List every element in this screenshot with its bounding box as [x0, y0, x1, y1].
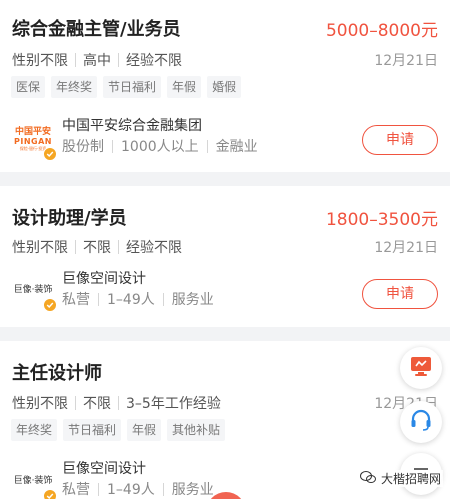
- benefit-tag: 年终奖: [11, 419, 58, 441]
- req-experience: 经验不限: [126, 53, 182, 69]
- card-separator: [0, 172, 450, 186]
- logo-text: 巨像·装饰: [13, 284, 53, 295]
- logo-text: 巨像·装饰: [13, 475, 53, 486]
- benefit-tags: 医保 年终奖 节日福利 年假 婚假: [11, 76, 242, 98]
- company-meta: 私营 1–49人 服务业: [62, 289, 214, 309]
- verified-badge-icon: [43, 147, 57, 161]
- company-size: 1000人以上: [121, 139, 199, 155]
- req-gender: 性别不限: [12, 396, 68, 412]
- benefit-tag: 其他补贴: [167, 419, 226, 441]
- job-card[interactable]: 设计助理/学员 1800–3500元 性别不限 不限 经验不限 12月21日 巨…: [0, 186, 450, 327]
- benefit-tag: 医保: [11, 76, 46, 98]
- company-logo[interactable]: 巨像·装饰: [13, 461, 57, 499]
- apply-button[interactable]: 申请: [362, 279, 438, 309]
- job-date: 12月21日: [374, 53, 438, 69]
- req-education: 高中: [83, 53, 111, 69]
- watermark: 大楷招聘网: [360, 470, 444, 487]
- company-meta: 股份制 1000人以上 金融业: [62, 136, 258, 156]
- benefit-tag: 年假: [127, 419, 162, 441]
- job-requirements: 性别不限 不限 3–5年工作经验: [12, 393, 221, 413]
- company-size: 1–49人: [107, 292, 155, 308]
- headset-icon: [409, 408, 433, 436]
- benefit-tag: 年假: [167, 76, 202, 98]
- job-salary: 1800–3500元: [325, 210, 438, 230]
- job-requirements: 性别不限 高中 经验不限: [12, 50, 182, 70]
- company-logo[interactable]: 巨像·装饰: [13, 270, 57, 312]
- req-education: 不限: [83, 240, 111, 256]
- req-experience: 经验不限: [126, 240, 182, 256]
- job-title[interactable]: 主任设计师: [12, 359, 102, 385]
- verified-badge-icon: [43, 489, 57, 499]
- card-separator: [0, 327, 450, 341]
- company-name[interactable]: 巨像空间设计: [62, 268, 146, 288]
- benefit-tag: 节日福利: [63, 419, 122, 441]
- job-title[interactable]: 综合金融主管/业务员: [12, 15, 181, 41]
- company-meta: 私营 1–49人 服务业: [62, 479, 214, 499]
- req-experience: 3–5年工作经验: [126, 396, 221, 412]
- req-education: 不限: [83, 396, 111, 412]
- company-name[interactable]: 巨像空间设计: [62, 458, 146, 478]
- company-industry: 服务业: [171, 482, 214, 498]
- company-industry: 服务业: [171, 292, 214, 308]
- job-date: 12月21日: [374, 240, 438, 256]
- company-size: 1–49人: [107, 482, 155, 498]
- job-salary: 5000–8000元: [325, 21, 438, 41]
- company-name[interactable]: 中国平安综合金融集团: [62, 115, 202, 135]
- job-title[interactable]: 设计助理/学员: [12, 204, 127, 230]
- req-gender: 性别不限: [12, 53, 68, 69]
- monitor-icon: [409, 354, 433, 382]
- logo-text: 保险·银行·投资: [19, 145, 47, 151]
- company-industry: 金融业: [215, 139, 258, 155]
- apply-button[interactable]: 申请: [362, 125, 438, 155]
- company-type: 股份制: [62, 139, 104, 155]
- company-type: 私营: [62, 482, 90, 498]
- logo-text: PINGAN: [14, 136, 52, 146]
- req-gender: 性别不限: [12, 240, 68, 256]
- job-requirements: 性别不限 不限 经验不限: [12, 237, 182, 257]
- logo-text: 中国平安: [14, 126, 51, 137]
- benefit-tag: 年终奖: [51, 76, 98, 98]
- job-card[interactable]: 综合金融主管/业务员 5000–8000元 性别不限 高中 经验不限 12月21…: [0, 0, 450, 172]
- watermark-text: 大楷招聘网: [379, 470, 444, 487]
- benefit-tag: 节日福利: [103, 76, 162, 98]
- company-logo[interactable]: 中国平安 PINGAN 保险·银行·投资: [13, 119, 57, 161]
- wechat-icon: [360, 470, 376, 487]
- benefit-tags: 年终奖 节日福利 年假 其他补贴: [11, 419, 226, 441]
- verified-badge-icon: [43, 298, 57, 312]
- company-type: 私营: [62, 292, 90, 308]
- customer-service-float-button[interactable]: [400, 401, 442, 443]
- benefit-tag: 婚假: [207, 76, 242, 98]
- screen-float-button[interactable]: [400, 347, 442, 389]
